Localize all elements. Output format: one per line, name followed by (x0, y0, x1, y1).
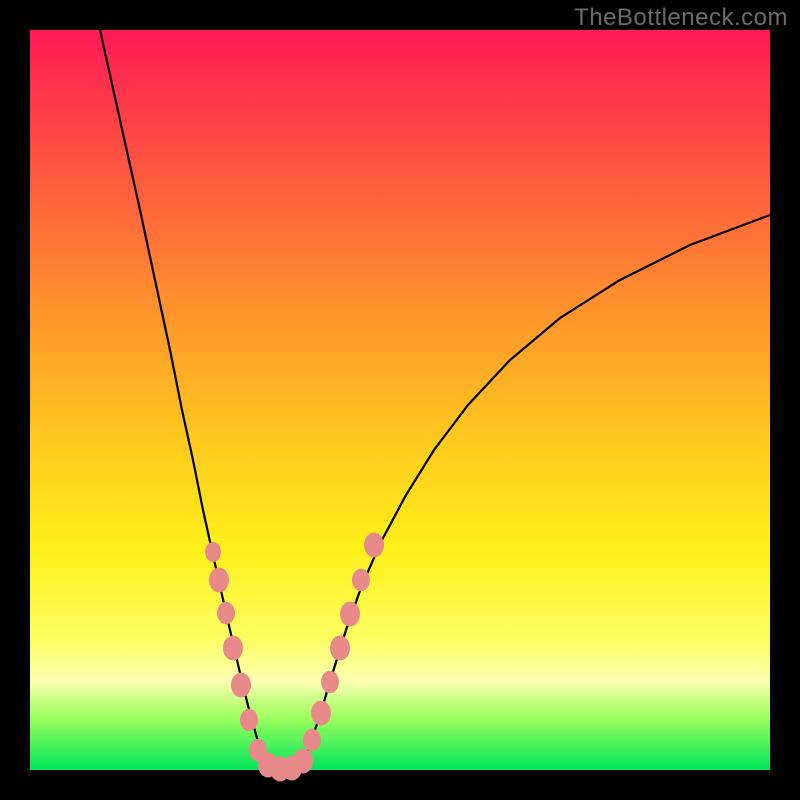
curve-layer (30, 30, 770, 770)
marker-dot (303, 729, 321, 752)
outer-frame: TheBottleneck.com (0, 0, 800, 800)
bottleneck-curve (100, 30, 770, 770)
marker-dot (293, 749, 313, 774)
marker-dot (321, 671, 339, 694)
marker-dot (364, 533, 384, 558)
marker-dot (340, 602, 360, 627)
marker-dot (209, 568, 229, 593)
marker-dot (311, 701, 331, 726)
marker-dot (240, 709, 258, 732)
marker-dot (217, 602, 235, 625)
markers-group (205, 533, 384, 782)
marker-dot (223, 636, 243, 661)
branding-text: TheBottleneck.com (574, 4, 788, 32)
marker-dot (330, 636, 350, 661)
plot-area (30, 30, 770, 770)
marker-dot (205, 542, 221, 562)
marker-dot (352, 569, 370, 592)
marker-dot (231, 673, 251, 698)
